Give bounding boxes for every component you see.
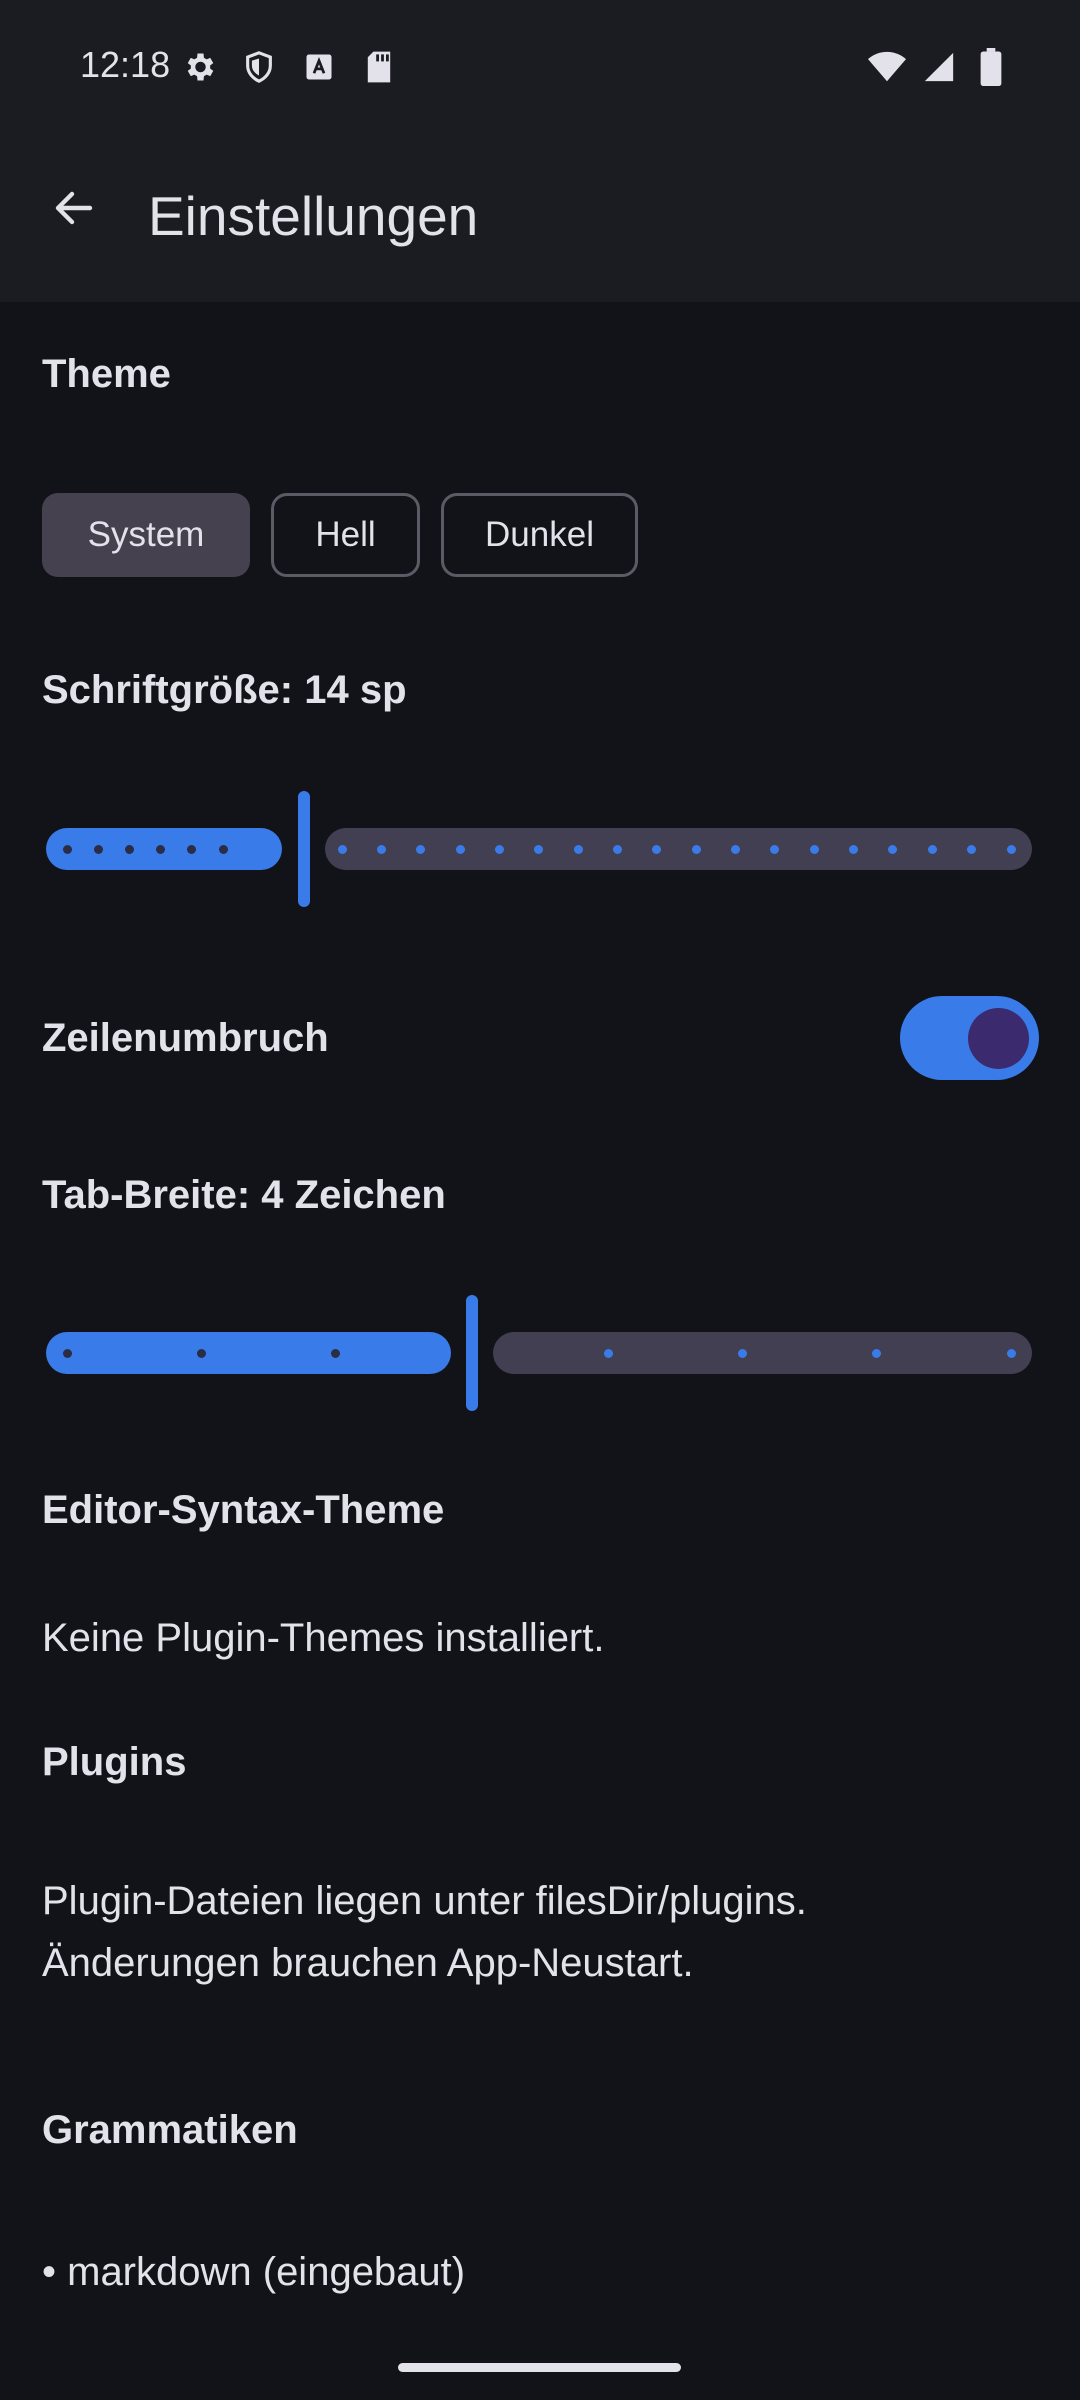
editor-theme-text: Keine Plugin-Themes installiert. <box>42 1616 605 1660</box>
theme-label: Theme <box>42 352 171 396</box>
tab-width-slider[interactable] <box>46 1295 1032 1411</box>
signal-icon <box>920 48 958 86</box>
arrow-left-icon <box>55 191 93 225</box>
slider-tick-dot <box>494 845 504 854</box>
theme-option-system-label: System <box>87 515 205 554</box>
battery-icon <box>972 48 1010 86</box>
line-wrap-toggle[interactable] <box>900 996 1039 1080</box>
font-a-icon <box>300 48 338 86</box>
theme-option-hell-label: Hell <box>315 515 376 554</box>
tab-width-slider-active-track <box>46 1332 451 1374</box>
slider-tick-dot <box>731 845 741 854</box>
slider-tick-dot <box>612 845 622 854</box>
slider-tick-dot <box>573 845 583 854</box>
editor-theme-label: Editor-Syntax-Theme <box>42 1488 445 1532</box>
slider-tick-dot <box>1006 845 1016 854</box>
slider-tick-dot <box>927 845 937 854</box>
shield-icon <box>240 48 278 86</box>
theme-option-dunkel[interactable]: Dunkel <box>441 493 638 577</box>
font-size-slider-handle[interactable] <box>298 791 310 907</box>
slider-tick-dot <box>376 845 386 854</box>
gesture-nav-handle[interactable] <box>398 2363 681 2372</box>
sd-card-icon <box>360 48 398 86</box>
slider-tick-dot <box>455 845 465 854</box>
slider-tick-dot <box>849 845 859 854</box>
slider-tick-dot <box>330 1349 340 1358</box>
app-bar: Einstellungen <box>0 130 1080 302</box>
page-title: Einstellungen <box>148 185 479 247</box>
theme-option-system[interactable]: System <box>42 493 250 577</box>
slider-tick-dot <box>809 845 819 854</box>
theme-option-dunkel-label: Dunkel <box>485 515 594 554</box>
font-size-label: Schriftgröße: 14 sp <box>42 668 407 712</box>
slider-tick-dot <box>337 845 347 854</box>
gear-icon <box>180 48 218 86</box>
slider-tick-dot <box>603 1349 613 1358</box>
theme-option-hell[interactable]: Hell <box>271 493 420 577</box>
slider-tick-dot <box>124 845 134 854</box>
slider-tick-dot <box>93 845 103 854</box>
font-size-slider[interactable] <box>46 791 1032 907</box>
slider-tick-dot <box>62 1349 72 1358</box>
status-bar: 12:18 <box>0 0 1080 130</box>
grammars-label: Grammatiken <box>42 2108 298 2152</box>
back-button[interactable] <box>40 174 108 242</box>
line-wrap-toggle-knob <box>968 1008 1029 1069</box>
slider-tick-dot <box>691 845 701 854</box>
slider-tick-dot <box>737 1349 747 1358</box>
slider-tick-dot <box>196 1349 206 1358</box>
wifi-icon <box>868 48 906 86</box>
plugins-text-line2: Änderungen brauchen App-Neustart. <box>42 1941 694 1985</box>
status-time: 12:18 <box>80 44 171 85</box>
tab-width-slider-inactive-track <box>493 1332 1032 1374</box>
tab-width-slider-handle[interactable] <box>466 1295 478 1411</box>
tab-width-label: Tab-Breite: 4 Zeichen <box>42 1173 446 1217</box>
plugins-label: Plugins <box>42 1740 187 1784</box>
slider-tick-dot <box>218 845 228 854</box>
plugins-text-line1: Plugin-Dateien liegen unter filesDir/plu… <box>42 1879 807 1923</box>
line-wrap-label: Zeilenumbruch <box>42 1016 329 1060</box>
font-size-slider-inactive-track <box>325 828 1032 870</box>
grammar-item: • markdown (eingebaut) <box>42 2250 466 2294</box>
slider-tick-dot <box>1006 1349 1016 1358</box>
slider-tick-dot <box>62 845 72 854</box>
